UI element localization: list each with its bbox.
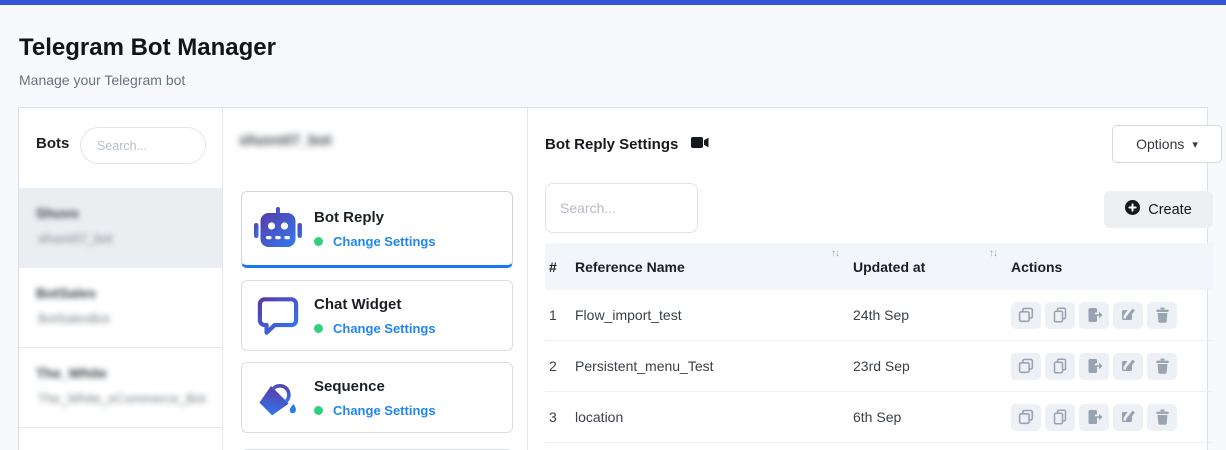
column-header-actions: Actions: [1007, 243, 1213, 290]
row-actions: [1007, 353, 1213, 380]
reference-name-cell: Persistent_menu_Test: [571, 341, 849, 391]
bots-header: Bots: [19, 108, 222, 188]
row-number: 1: [545, 290, 571, 340]
reference-name-cell: location: [571, 392, 849, 442]
bot-username: The_White_eCommerce_Bot: [38, 391, 206, 406]
change-settings-link[interactable]: Change Settings: [333, 403, 436, 418]
status-dot-icon: [314, 237, 323, 246]
paint-bucket-icon: [252, 375, 304, 421]
main-content: Bots Shuvo shuvo07_bot BotSales BotSales…: [18, 107, 1208, 450]
table-row: 3 location 6th Sep: [545, 392, 1213, 443]
delete-button[interactable]: [1147, 353, 1177, 380]
table-header-row: # Reference Name ↑↓ Updated at ↑↓ Action…: [545, 243, 1213, 290]
chat-bubble-icon: [252, 293, 304, 339]
bot-list-item[interactable]: The_White The_White_eCommerce_Bot: [19, 348, 222, 428]
bot-username: BotSalesBot: [38, 311, 110, 326]
export-button[interactable]: [1079, 353, 1109, 380]
change-settings-link[interactable]: Change Settings: [333, 234, 436, 249]
export-button[interactable]: [1079, 302, 1109, 329]
updated-at-cell: 24th Sep: [849, 290, 1007, 340]
sort-icon[interactable]: ↑↓: [831, 248, 839, 259]
plus-circle-icon: [1125, 200, 1140, 219]
tool-status: Change Settings: [314, 234, 436, 249]
column-header-reference-name[interactable]: Reference Name ↑↓: [571, 243, 849, 290]
tool-title: Bot Reply: [314, 209, 436, 226]
bot-name: BotSales: [36, 285, 96, 301]
delete-button[interactable]: [1147, 404, 1177, 431]
edit-button[interactable]: [1113, 302, 1143, 329]
tool-card-text: Sequence Change Settings: [314, 378, 436, 418]
tool-card-text: Chat Widget Change Settings: [314, 296, 436, 336]
updated-at-cell: 6th Sep: [849, 392, 1007, 442]
bot-list-item[interactable]: Shuvo shuvo07_bot: [19, 188, 222, 268]
delete-button[interactable]: [1147, 302, 1177, 329]
tool-card-text: Bot Reply Change Settings: [314, 209, 436, 249]
status-dot-icon: [314, 406, 323, 415]
create-label: Create: [1148, 202, 1192, 218]
clone-button[interactable]: [1011, 404, 1041, 431]
page-title: Telegram Bot Manager: [19, 34, 276, 62]
video-camera-icon: [691, 136, 709, 153]
copy-button[interactable]: [1045, 353, 1075, 380]
table-row: 1 Flow_import_test 24th Sep: [545, 290, 1213, 341]
updated-at-cell: 23rd Sep: [849, 341, 1007, 391]
top-accent-bar: [0, 0, 1226, 5]
bot-reply-table: # Reference Name ↑↓ Updated at ↑↓ Action…: [545, 243, 1213, 443]
tool-status: Change Settings: [314, 321, 436, 336]
settings-search-input[interactable]: [545, 183, 698, 233]
edit-button[interactable]: [1113, 353, 1143, 380]
bot-username: shuvo07_bot: [38, 231, 112, 246]
column-header-num: #: [545, 243, 571, 290]
settings-panel-title: Bot Reply Settings: [545, 136, 709, 153]
row-number: 3: [545, 392, 571, 442]
settings-title-text: Bot Reply Settings: [545, 136, 678, 153]
robot-icon: [252, 206, 304, 252]
tools-column: shuvo07_bot Bot Reply: [223, 108, 528, 450]
tool-card-sequence[interactable]: Sequence Change Settings: [241, 362, 513, 433]
export-button[interactable]: [1079, 404, 1109, 431]
copy-button[interactable]: [1045, 404, 1075, 431]
bot-name: Shuvo: [36, 205, 79, 221]
tool-title: Chat Widget: [314, 296, 436, 313]
reference-name-cell: Flow_import_test: [571, 290, 849, 340]
chevron-down-icon: ▾: [1192, 138, 1198, 151]
bot-list-item[interactable]: [19, 428, 222, 450]
page-subtitle: Manage your Telegram bot: [19, 72, 185, 88]
tool-status: Change Settings: [314, 403, 436, 418]
bots-sidebar: Bots Shuvo shuvo07_bot BotSales BotSales…: [19, 108, 223, 450]
row-actions: [1007, 302, 1213, 329]
column-header-updated-at[interactable]: Updated at ↑↓: [849, 243, 1007, 290]
bots-title: Bots: [36, 135, 69, 152]
status-dot-icon: [314, 324, 323, 333]
bots-search-input[interactable]: [80, 127, 206, 164]
clone-button[interactable]: [1011, 353, 1041, 380]
bot-name: The_White: [36, 365, 107, 381]
table-row: 2 Persistent_menu_Test 23rd Sep: [545, 341, 1213, 392]
copy-button[interactable]: [1045, 302, 1075, 329]
settings-panel: Bot Reply Settings Options ▾ Create: [528, 108, 1209, 450]
change-settings-link[interactable]: Change Settings: [333, 321, 436, 336]
row-number: 2: [545, 341, 571, 391]
bot-list-item[interactable]: BotSales BotSalesBot: [19, 268, 222, 348]
clone-button[interactable]: [1011, 302, 1041, 329]
tool-card-bot-reply[interactable]: Bot Reply Change Settings: [241, 191, 513, 268]
create-button[interactable]: Create: [1104, 191, 1213, 228]
selected-bot-name: shuvo07_bot: [239, 132, 332, 149]
edit-button[interactable]: [1113, 404, 1143, 431]
options-button[interactable]: Options ▾: [1112, 125, 1222, 163]
options-label: Options: [1136, 136, 1184, 152]
tool-title: Sequence: [314, 378, 436, 395]
row-actions: [1007, 404, 1213, 431]
sort-icon[interactable]: ↑↓: [989, 248, 997, 259]
tool-card-chat-widget[interactable]: Chat Widget Change Settings: [241, 280, 513, 351]
